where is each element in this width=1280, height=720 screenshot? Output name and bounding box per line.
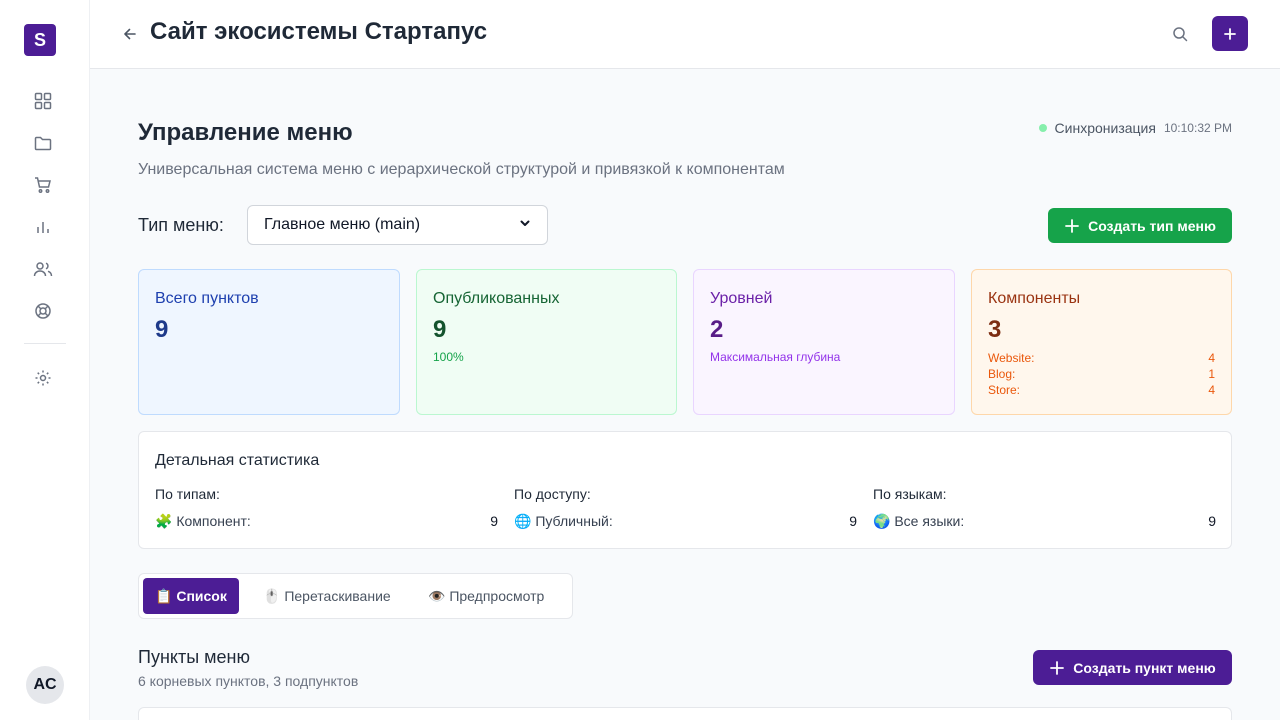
stat-card-published: Опубликованных 9 100% [416,269,677,415]
back-arrow-icon[interactable] [120,24,140,44]
tab-preview[interactable]: 👁️ Предпросмотр [416,578,556,614]
site-title: Сайт экосистемы Стартапус [150,18,488,45]
component-row: Blog: 1 [988,366,1215,382]
create-menu-type-label: Создать тип меню [1088,217,1216,234]
bar-chart-icon[interactable] [31,215,55,239]
clipboard-icon: 📋 [155,587,173,604]
stats-row-label: Компонент: [176,513,251,529]
sync-time: 10:10:32 PM [1163,121,1232,135]
avatar[interactable]: AC [26,666,64,704]
tab-label: Список [176,588,227,604]
stat-published-value: 9 [433,316,447,343]
component-value: 4 [1208,351,1215,365]
menu-type-select[interactable]: Главное меню (main) [247,205,548,245]
folder-icon[interactable] [31,131,55,155]
stats-row: 🧩 Компонент: 9 [155,513,498,530]
menu-items-subtitle: 6 корневых пунктов, 3 подпунктов [138,673,359,689]
sync-label: Синхронизация [1054,120,1156,136]
menu-type-selected: Главное меню (main) [264,216,421,233]
stat-levels-title: Уровней [710,290,773,307]
stat-levels-value: 2 [710,316,724,343]
tab-list[interactable]: 📋 Список [143,578,239,614]
eye-icon: 👁️ [428,587,446,604]
stats-row-label: Публичный: [535,513,613,529]
plus-icon [1065,218,1079,233]
stats-column-heading: По доступу: [514,486,591,502]
tab-label: Предпросмотр [449,588,545,604]
menu-type-label: Тип меню: [138,215,224,235]
component-row: Store: 4 [988,382,1215,398]
stats-row: 🌐 Публичный: 9 [514,513,857,530]
tab-label: Перетаскивание [284,588,391,604]
earth-icon: 🌍 [873,513,891,529]
component-row: Website: 4 [988,350,1215,366]
grid-icon[interactable] [31,89,55,113]
stats-row-value: 9 [490,513,498,529]
menu-items-title: Пункты меню [138,647,250,667]
globe-icon: 🌐 [514,513,532,529]
chevron-down-icon [519,216,531,234]
component-value: 1 [1208,367,1215,381]
main-content: Управление меню Универсальная система ме… [90,69,1280,720]
stats-by-language: По языкам: 🌍 Все языки: 9 [873,486,1216,530]
users-icon[interactable] [31,257,55,281]
mouse-icon: 🖱️ [263,587,281,604]
stats-by-access: По доступу: 🌐 Публичный: 9 [514,486,857,530]
lifebuoy-icon[interactable] [31,299,55,323]
stat-total-title: Всего пунктов [155,290,259,307]
stats-row-value: 9 [849,513,857,529]
detailed-stats-title: Детальная статистика [155,452,320,469]
component-value: 4 [1208,383,1215,397]
menu-items-list [138,707,1232,720]
create-menu-item-label: Создать пункт меню [1073,659,1216,676]
puzzle-icon: 🧩 [155,513,173,529]
stats-row-value: 9 [1208,513,1216,529]
topbar: Сайт экосистемы Стартапус [90,0,1280,69]
detailed-stats-panel: Детальная статистика По типам: 🧩 Компоне… [138,431,1232,549]
components-list: Website: 4 Blog: 1 Store: 4 [988,350,1215,398]
stat-card-components: Компоненты 3 Website: 4 Blog: 1 Store: 4 [971,269,1232,415]
plus-icon [1050,660,1065,675]
sidebar-divider [24,343,66,344]
add-button[interactable] [1212,16,1248,51]
gear-icon[interactable] [31,366,55,390]
stat-published-note: 100% [433,350,464,364]
stats-row: 🌍 Все языки: 9 [873,513,1216,530]
stats-by-type: По типам: 🧩 Компонент: 9 [155,486,498,530]
create-menu-item-button[interactable]: Создать пункт меню [1033,650,1232,685]
component-label: Website: [988,351,1035,365]
stat-total-value: 9 [155,316,169,343]
sync-status: Синхронизация 10:10:32 PM [1038,120,1232,136]
search-icon[interactable] [1170,24,1190,44]
component-label: Store: [988,383,1021,397]
stat-levels-note: Максимальная глубина [710,350,841,364]
view-tabs: 📋 Список 🖱️ Перетаскивание 👁️ Предпросмо… [138,573,573,619]
stat-card-total: Всего пунктов 9 [138,269,400,415]
stat-components-title: Компоненты [988,290,1081,307]
tab-drag[interactable]: 🖱️ Перетаскивание [251,578,403,614]
page-title: Управление меню [138,119,353,146]
stats-row-label: Все языки: [894,513,965,529]
page-subtitle: Универсальная система меню с иерархическ… [138,161,785,178]
component-label: Blog: [988,367,1016,381]
sidebar: S AC [0,0,90,720]
stat-components-value: 3 [988,316,1002,343]
cart-icon[interactable] [31,173,55,197]
stat-published-title: Опубликованных [433,290,560,307]
app-logo[interactable]: S [24,24,56,56]
create-menu-type-button[interactable]: Создать тип меню [1048,208,1232,243]
sync-dot-icon [1038,124,1047,132]
stats-column-heading: По типам: [155,486,220,502]
stats-column-heading: По языкам: [873,486,947,502]
stat-card-levels: Уровней 2 Максимальная глубина [693,269,955,415]
